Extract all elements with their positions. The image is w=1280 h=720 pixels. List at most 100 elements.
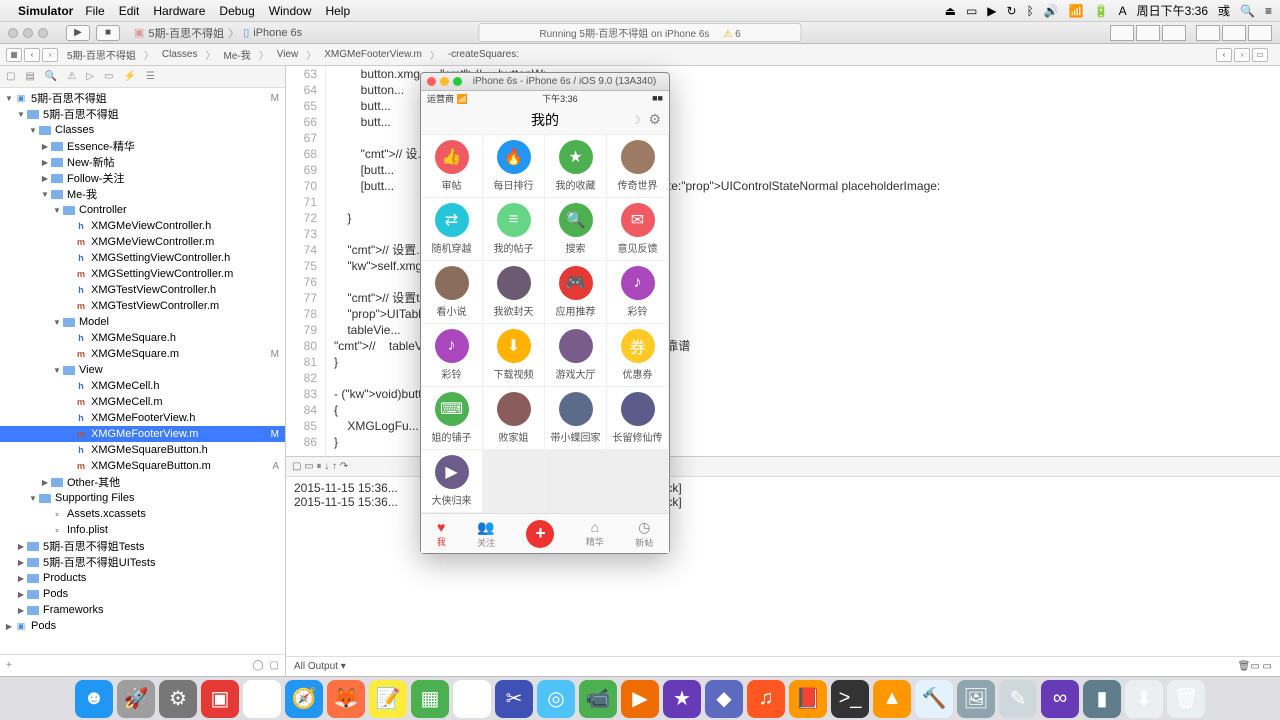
menuextra-icon[interactable]: ▶ — [987, 4, 996, 18]
tab-item[interactable]: ♥我 — [437, 519, 446, 548]
dock-app-ibooks[interactable]: 📕 — [789, 680, 827, 718]
stop-button[interactable]: ■ — [96, 25, 120, 41]
sim-titlebar[interactable]: iPhone 6s - iPhone 6s / iOS 9.0 (13A340) — [421, 73, 669, 91]
crumb[interactable]: 5期-百思不得姐 — [64, 47, 139, 62]
square-button[interactable]: 🔍搜索 — [545, 198, 607, 261]
tree-row[interactable]: hXMGTestViewController.h — [0, 282, 285, 298]
tree-row[interactable]: hXMGSettingViewController.h — [0, 250, 285, 266]
menuextra-icon[interactable]: ⏏ — [945, 4, 956, 18]
tree-row[interactable]: ▶Frameworks — [0, 602, 285, 618]
tree-row[interactable]: ▶Follow-关注 — [0, 170, 285, 186]
toolbar-panels[interactable] — [1110, 25, 1272, 41]
menubar-app[interactable]: Simulator — [18, 4, 73, 18]
crumb[interactable]: -createSquares: — [445, 49, 522, 60]
tab-item[interactable]: ◷新帖 — [635, 519, 653, 549]
square-button[interactable]: 传奇世界 — [607, 135, 669, 198]
tree-row[interactable]: mXMGMeSquareButton.mA — [0, 458, 285, 474]
tree-row[interactable]: ▶Essence-精华 — [0, 138, 285, 154]
square-button[interactable]: 游戏大厅 — [545, 324, 607, 387]
tree-row[interactable]: ▶5期-百思不得姐UITests — [0, 554, 285, 570]
tab-item[interactable]: 👥关注 — [477, 519, 495, 549]
breadcrumb[interactable]: 5期-百思不得姐〉Classes〉Me-我〉View〉XMGMeFooterVi… — [64, 47, 522, 62]
dock-app-xcode[interactable]: 🔨 — [915, 680, 953, 718]
tree-row[interactable]: ▶▣Pods — [0, 618, 285, 634]
dock-app-texted[interactable]: ✎ — [999, 680, 1037, 718]
sim-screen[interactable]: 运营商 📶 下午3:36 ■■ ☽ 我的 ⚙ 👍审帖🔥每日排行★我的收藏传奇世界… — [421, 91, 669, 553]
crumb[interactable]: Me-我 — [220, 47, 253, 62]
moon-icon[interactable]: ☽ — [630, 113, 641, 127]
user-menu[interactable]: 彧 — [1218, 2, 1230, 19]
dock-app-vlc[interactable]: ▲ — [873, 680, 911, 718]
tree-row[interactable]: ▶Pods — [0, 586, 285, 602]
square-button[interactable]: ✉意见反馈 — [607, 198, 669, 261]
square-button[interactable]: 败家姐 — [483, 387, 545, 450]
clock[interactable]: 周日下午3:36 — [1137, 2, 1208, 19]
menu-file[interactable]: File — [85, 4, 104, 18]
menu-hardware[interactable]: Hardware — [153, 4, 205, 18]
dock-app-finder[interactable]: ☻ — [75, 680, 113, 718]
wifi-icon[interactable]: 📶 — [1069, 4, 1084, 18]
crumb[interactable]: View — [274, 49, 302, 60]
crumb[interactable]: XMGMeFooterView.m — [321, 49, 425, 60]
related-items[interactable]: ▦ — [6, 48, 22, 62]
tree-row[interactable]: ▶New-新帖 — [0, 154, 285, 170]
menu-window[interactable]: Window — [269, 4, 312, 18]
debug-controls[interactable]: ▢ ▭ ⏸ ↓ ↑ ↷ — [292, 461, 348, 472]
square-button[interactable]: 我欲封天 — [483, 261, 545, 324]
dock-app-notes[interactable]: 📝 — [369, 680, 407, 718]
jump-prev[interactable]: ‹ — [1216, 48, 1232, 62]
tree-row[interactable]: hXMGMeViewController.h — [0, 218, 285, 234]
square-button[interactable]: ⬇下载视频 — [483, 324, 545, 387]
dock-app-settings[interactable]: ⚙ — [159, 680, 197, 718]
crumb[interactable]: Classes — [159, 49, 201, 60]
square-button[interactable]: ≡我的帖子 — [483, 198, 545, 261]
dock-app-launchpad[interactable]: 🚀 — [117, 680, 155, 718]
tree-row[interactable]: ▼Supporting Files — [0, 490, 285, 506]
simulator-window[interactable]: iPhone 6s - iPhone 6s / iOS 9.0 (13A340)… — [420, 72, 670, 554]
tree-row[interactable]: mXMGSettingViewController.m — [0, 266, 285, 282]
menuextra-icon[interactable]: ▭ — [966, 4, 977, 18]
navigator-tabs[interactable]: ▢▤🔍⚠▷▭⚡☰ — [0, 66, 285, 88]
dock-app-app[interactable]: ◆ — [705, 680, 743, 718]
tree-row[interactable]: ▫Assets.xcassets — [0, 506, 285, 522]
menuextra-icon[interactable]: ↻ — [1007, 4, 1017, 18]
tree-row[interactable]: mXMGMeViewController.m — [0, 234, 285, 250]
dock-app-imovie[interactable]: ★ — [663, 680, 701, 718]
square-button[interactable]: 👍审帖 — [421, 135, 483, 198]
dock-app-screen[interactable]: ◎ — [537, 680, 575, 718]
dock-app-music[interactable]: ♫ — [747, 680, 785, 718]
dock-app-app2[interactable]: ▮ — [1083, 680, 1121, 718]
forward-button[interactable]: › — [42, 48, 58, 62]
console-panes[interactable]: ▭ ▭ — [1250, 661, 1272, 672]
tree-row[interactable]: hXMGMeFooterView.h — [0, 410, 285, 426]
tree-row[interactable]: ▼Classes — [0, 122, 285, 138]
square-button[interactable]: 带小蝶回家 — [545, 387, 607, 450]
tree-row[interactable]: hXMGMeSquareButton.h — [0, 442, 285, 458]
square-button[interactable]: ♪彩铃 — [421, 324, 483, 387]
notif-icon[interactable]: ≡ — [1265, 4, 1272, 18]
volume-icon[interactable]: 🔊 — [1044, 4, 1059, 18]
gear-icon[interactable]: ⚙ — [648, 111, 661, 128]
tree-row[interactable]: mXMGMeCell.m — [0, 394, 285, 410]
dock-app-trash[interactable]: 🗑 — [1167, 680, 1205, 718]
tree-row[interactable]: ▼Controller — [0, 202, 285, 218]
dock-app-photos[interactable]: ✿ — [453, 680, 491, 718]
menu-debug[interactable]: Debug — [219, 4, 254, 18]
tree-row[interactable]: mXMGMeFooterView.mM — [0, 426, 285, 442]
dock-app-fcpx[interactable]: ✂ — [495, 680, 533, 718]
back-button[interactable]: ‹ — [24, 48, 40, 62]
square-button[interactable]: ♪彩铃 — [607, 261, 669, 324]
tree-row[interactable]: hXMGMeSquare.h — [0, 330, 285, 346]
input-icon[interactable]: A — [1119, 4, 1127, 18]
scheme-selector[interactable]: ▣ 5期-百思不得姐 〉 ▯ iPhone 6s — [134, 25, 302, 41]
dock-app-vs[interactable]: ∞ — [1041, 680, 1079, 718]
dock-app-safari[interactable]: 🧭 — [285, 680, 323, 718]
menu-help[interactable]: Help — [325, 4, 350, 18]
tree-row[interactable]: ▶5期-百思不得姐Tests — [0, 538, 285, 554]
window-controls[interactable] — [8, 28, 48, 38]
run-button[interactable]: ▶ — [66, 25, 90, 41]
tree-row[interactable]: ▼View — [0, 362, 285, 378]
spotlight-icon[interactable]: 🔍 — [1240, 4, 1255, 18]
tree-row[interactable]: mXMGMeSquare.mM — [0, 346, 285, 362]
menu-edit[interactable]: Edit — [119, 4, 140, 18]
